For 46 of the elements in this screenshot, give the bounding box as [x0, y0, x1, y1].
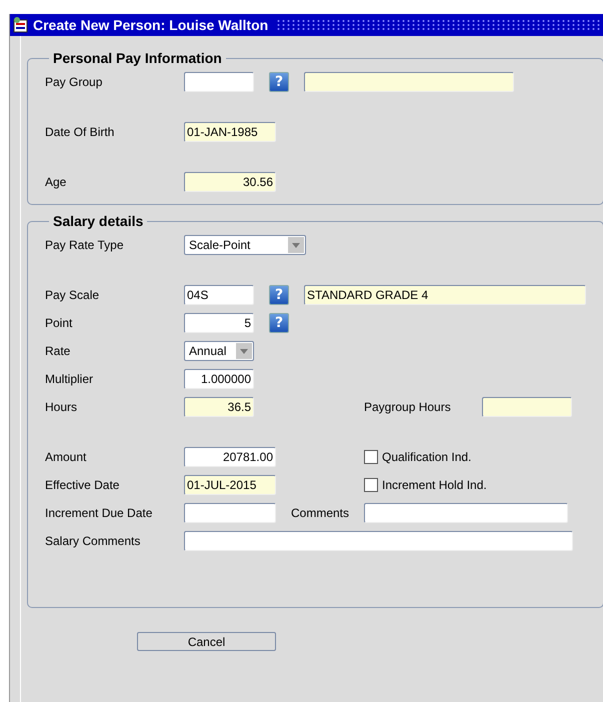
input-field[interactable]: 5 — [184, 313, 254, 333]
field-label: Amount — [45, 450, 88, 464]
field-label: Age — [45, 175, 68, 189]
field-label: Hours — [45, 400, 78, 414]
field-label: Salary Comments — [45, 534, 142, 548]
caret-icon — [236, 343, 252, 359]
field-label: Point — [45, 316, 74, 330]
caret-icon — [288, 237, 304, 253]
checkbox-label: Qualification Ind. — [382, 450, 472, 464]
field-label: Effective Date — [45, 478, 120, 492]
input-field[interactable] — [364, 503, 568, 523]
input-field[interactable] — [304, 72, 514, 92]
help-button[interactable]: ? — [269, 285, 289, 305]
section-title: Salary details — [52, 213, 144, 229]
input-field[interactable] — [184, 503, 276, 523]
field-label: Paygroup Hours — [364, 400, 452, 414]
input-field[interactable] — [482, 397, 572, 417]
field-label: Rate — [45, 344, 72, 358]
field-label: Date Of Birth — [45, 125, 116, 139]
input-field[interactable]: 1.000000 — [184, 369, 254, 389]
input-field[interactable]: 04S — [184, 285, 254, 305]
input-field[interactable]: 20781.00 — [184, 447, 276, 467]
field-label: Multiplier — [45, 372, 94, 386]
input-field[interactable]: 36.5 — [184, 397, 254, 417]
input-field[interactable] — [184, 72, 254, 92]
field-label: Comments — [291, 506, 350, 520]
window-title: Create New Person: Louise Wallton — [33, 17, 268, 33]
input-field[interactable]: 01-JUL-2015 — [184, 475, 276, 495]
field-label: Increment Due Date — [45, 506, 154, 520]
dropdown[interactable]: Annual — [184, 341, 254, 361]
input-field[interactable]: 30.56 — [184, 172, 276, 192]
checkbox[interactable] — [364, 450, 378, 464]
dropdown[interactable]: Scale-Point — [184, 235, 306, 255]
cancel-button[interactable]: Cancel — [137, 632, 276, 651]
section-title: Personal Pay Information — [52, 50, 223, 66]
field-label: Pay Scale — [45, 288, 100, 302]
help-button[interactable]: ? — [269, 313, 289, 333]
field-label: Pay Rate Type — [45, 238, 124, 252]
help-button[interactable]: ? — [269, 72, 289, 92]
app-icon — [13, 17, 29, 33]
input-field[interactable]: 01-JAN-1985 — [184, 122, 276, 142]
input-field[interactable]: STANDARD GRADE 4 — [304, 285, 586, 305]
checkbox[interactable] — [364, 478, 378, 492]
field-label: Pay Group — [45, 75, 104, 89]
input-field[interactable] — [184, 531, 573, 551]
checkbox-label: Increment Hold Ind. — [382, 478, 487, 492]
